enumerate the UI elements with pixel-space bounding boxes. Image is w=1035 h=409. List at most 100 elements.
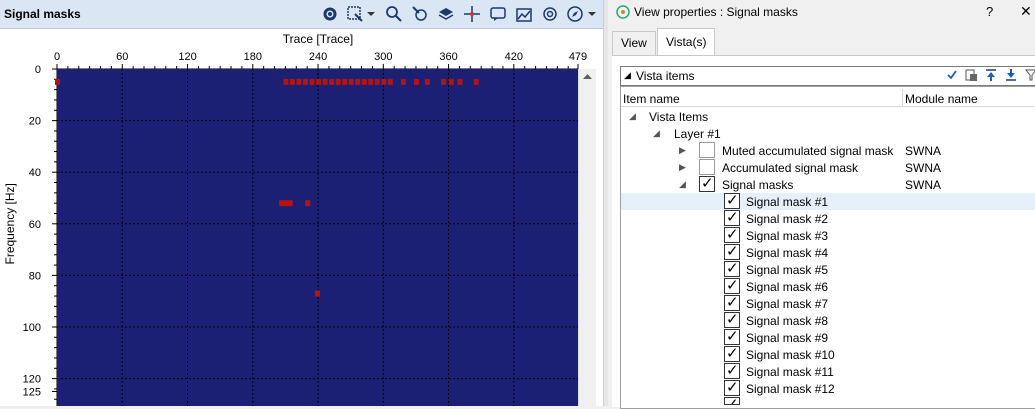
expanded-arrow-icon[interactable]: ◢ [653, 128, 660, 139]
mask-point [342, 78, 348, 85]
tree-row-label: Signal mask #3 [746, 229, 829, 243]
column-separator[interactable] [902, 89, 903, 106]
mask-point [441, 78, 447, 85]
gear-icon[interactable] [321, 5, 339, 23]
expanded-arrow-icon[interactable]: ◢ [629, 111, 636, 122]
view-properties-title: View properties : Signal masks [634, 5, 798, 19]
mask-point [387, 78, 393, 85]
signal-masks-panel: Signal masks 0 60 120 180 240 300 360 420 479 0 20… [0, 0, 603, 406]
chevron-down-icon[interactable] [587, 5, 597, 23]
tree-row-signal-mask[interactable]: Signal mask #6 [621, 276, 1035, 295]
column-item-name[interactable]: Item name [623, 92, 680, 106]
dropdown-icon[interactable] [366, 5, 376, 23]
tab-vistas[interactable]: Vista(s) [657, 28, 716, 56]
tree-row-muted-accumulated[interactable]: ▶ Muted accumulated signal mask SWNA [621, 142, 1035, 159]
tree-row-signal-masks[interactable]: ◢ Signal masks SWNA [621, 174, 1035, 193]
chart-image-icon[interactable] [515, 5, 533, 23]
tree-row-label: Accumulated signal mask [722, 161, 859, 175]
signal-mask-chart[interactable]: 0 60 120 180 240 300 360 420 4790204060801001201… [0, 29, 603, 406]
checkbox[interactable] [724, 361, 740, 379]
checkbox[interactable] [724, 293, 740, 311]
tree-row-label: Signal mask #7 [746, 297, 829, 311]
y-tick-label: 120 [23, 374, 41, 386]
comment-icon[interactable] [489, 5, 507, 23]
mask-point [309, 78, 315, 85]
y-tick-label: 80 [29, 270, 41, 282]
tree-row-vista-items[interactable]: ◢ Vista Items [621, 108, 1035, 125]
checkbox[interactable] [724, 242, 740, 260]
tree-row-label: Vista Items [649, 110, 709, 124]
tab-view[interactable]: View [612, 31, 656, 56]
tree-row-label: Signal masks [722, 178, 794, 192]
vertical-scrollbar[interactable] [578, 69, 596, 406]
tree-row-label: Signal mask #8 [746, 314, 829, 328]
view-properties-panel: View properties : Signal masks ? ✕ View … [608, 0, 1035, 409]
layers-icon[interactable] [437, 5, 455, 23]
mask-point [55, 78, 60, 85]
collapse-icon[interactable]: ◢ [624, 70, 631, 81]
tree-row-signal-mask[interactable]: Signal mask #1 [621, 191, 1035, 210]
tree-row-module: SWNA [905, 178, 941, 192]
tree-row-signal-mask[interactable]: Signal mask #5 [621, 259, 1035, 278]
expanded-arrow-icon[interactable]: ◢ [679, 179, 686, 190]
x-tick-label: 479 [569, 51, 587, 63]
compass-icon[interactable] [566, 5, 584, 23]
tree-row-signal-mask[interactable]: Signal mask #12 [621, 378, 1035, 397]
vistas-tab-panel: ◢ Vista items Item name Module name ◢ Vi… [612, 55, 1035, 409]
zoom-icon[interactable] [385, 5, 403, 23]
move-bottom-icon[interactable] [1004, 68, 1018, 82]
scroll-up-icon[interactable] [579, 69, 596, 83]
checkbox[interactable] [699, 142, 715, 158]
checkbox[interactable] [724, 276, 740, 294]
plot-area: 0 60 120 180 240 300 360 420 479 0 20 40 60 80 100 120 1… [0, 29, 603, 406]
tree-row-accumulated[interactable]: ▶ Accumulated signal mask SWNA [621, 159, 1035, 176]
checkbox[interactable] [724, 344, 740, 362]
help-button[interactable]: ? [986, 4, 993, 19]
mask-point [316, 78, 322, 85]
mask-point [368, 78, 374, 85]
tree-row-signal-mask[interactable]: Signal mask #8 [621, 310, 1035, 329]
vista-items-label: Vista items [636, 69, 695, 83]
crosshair-icon[interactable] [463, 5, 481, 23]
checkbox[interactable] [724, 191, 740, 209]
pointer-icon[interactable] [411, 5, 429, 23]
checkbox[interactable] [724, 208, 740, 226]
checkbox[interactable] [724, 397, 740, 405]
tree-row-signal-mask[interactable]: Signal mask #7 [621, 293, 1035, 312]
mask-point [457, 78, 463, 85]
checkbox[interactable] [724, 225, 740, 243]
x-tick-label: 240 [309, 51, 327, 63]
checkbox[interactable] [724, 378, 740, 396]
mask-point [400, 78, 406, 85]
tree-row-signal-mask-partial[interactable] [621, 397, 1035, 408]
checkbox[interactable] [699, 159, 715, 175]
save-icon[interactable] [964, 68, 978, 82]
checkbox[interactable] [699, 174, 715, 192]
collapsed-arrow-icon[interactable]: ▶ [679, 145, 686, 156]
collapsed-arrow-icon[interactable]: ▶ [679, 162, 686, 173]
tree-row-signal-mask[interactable]: Signal mask #4 [621, 242, 1035, 261]
tree-row-signal-mask[interactable]: Signal mask #10 [621, 344, 1035, 363]
tree-row-signal-mask[interactable]: Signal mask #3 [621, 225, 1035, 244]
tree-row-signal-mask[interactable]: Signal mask #2 [621, 208, 1035, 227]
vista-items-tree[interactable]: Item name Module name ◢ Vista Items ◢ La… [620, 86, 1035, 409]
checkbox[interactable] [724, 327, 740, 345]
tree-row-label: Signal mask #12 [746, 382, 835, 396]
check-all-icon[interactable] [946, 69, 958, 81]
checkbox[interactable] [724, 310, 740, 328]
vista-items-header[interactable]: ◢ Vista items [620, 66, 1035, 86]
column-module-name[interactable]: Module name [905, 92, 978, 106]
tree-row-label: Signal mask #10 [746, 348, 835, 362]
tree-row-label: Signal mask #5 [746, 263, 829, 277]
mask-point [314, 290, 320, 297]
move-top-icon[interactable] [984, 68, 998, 82]
snapshot-icon[interactable] [541, 5, 559, 23]
mask-point [302, 78, 308, 85]
checkbox[interactable] [724, 259, 740, 277]
tree-row-signal-mask[interactable]: Signal mask #11 [621, 361, 1035, 380]
filter-icon[interactable] [1024, 68, 1035, 82]
tree-row-signal-mask[interactable]: Signal mask #9 [621, 327, 1035, 346]
close-button[interactable]: ✕ [1020, 3, 1032, 20]
tree-row-layer[interactable]: ◢ Layer #1 [621, 125, 1035, 142]
select-rect-icon[interactable] [346, 5, 364, 23]
